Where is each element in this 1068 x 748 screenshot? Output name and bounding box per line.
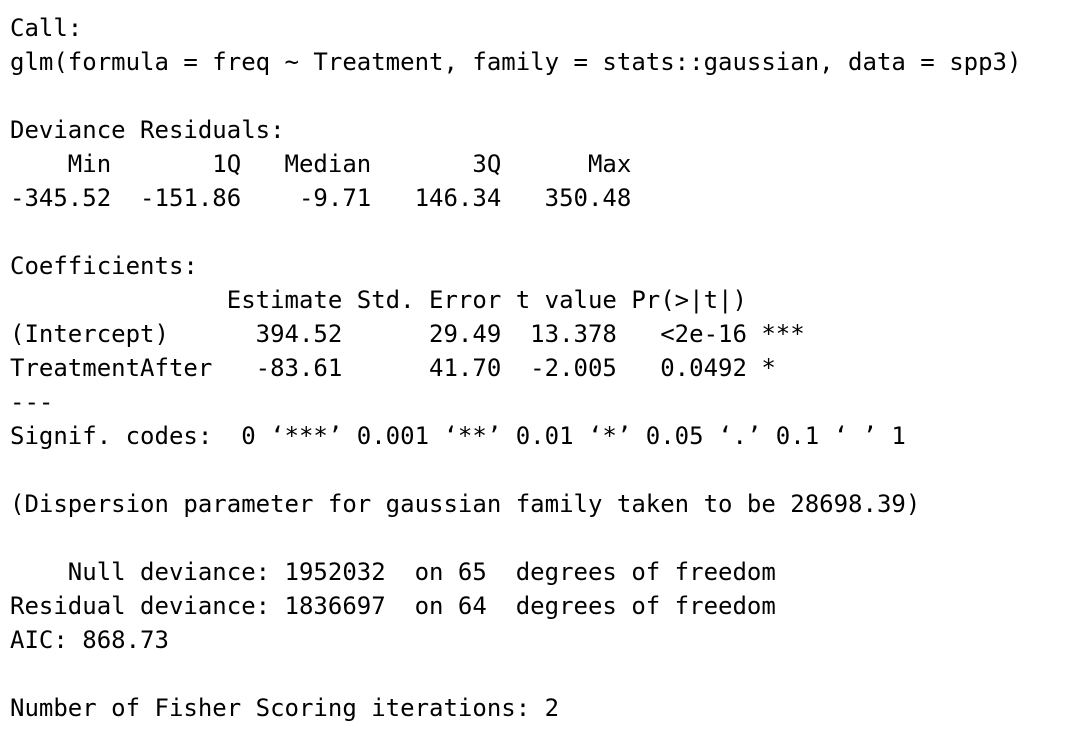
null-deviance-line: Null deviance: 1952032 on 65 degrees of … — [10, 558, 776, 586]
coefficient-row-treatment: TreatmentAfter -83.61 41.70 -2.005 0.049… — [10, 354, 776, 382]
residuals-header-row: Min 1Q Median 3Q Max — [10, 150, 632, 178]
r-console-output: Call: glm(formula = freq ~ Treatment, fa… — [0, 0, 1068, 748]
coefficients-header-row: Estimate Std. Error t value Pr(>|t|) — [10, 286, 747, 314]
deviance-residuals-heading: Deviance Residuals: — [10, 116, 285, 144]
signif-codes-line: Signif. codes: 0 ‘***’ 0.001 ‘**’ 0.01 ‘… — [10, 422, 906, 450]
fisher-iterations-line: Number of Fisher Scoring iterations: 2 — [10, 694, 560, 722]
residual-deviance-line: Residual deviance: 1836697 on 64 degrees… — [10, 592, 776, 620]
aic-line: AIC: 868.73 — [10, 626, 169, 654]
separator-line: --- — [10, 388, 54, 416]
call-formula: glm(formula = freq ~ Treatment, family =… — [10, 48, 1022, 76]
dispersion-line: (Dispersion parameter for gaussian famil… — [10, 490, 921, 518]
residuals-values-row: -345.52 -151.86 -9.71 146.34 350.48 — [10, 184, 632, 212]
coefficient-row-intercept: (Intercept) 394.52 29.49 13.378 <2e-16 *… — [10, 320, 805, 348]
call-heading: Call: — [10, 14, 83, 42]
coefficients-heading: Coefficients: — [10, 252, 198, 280]
